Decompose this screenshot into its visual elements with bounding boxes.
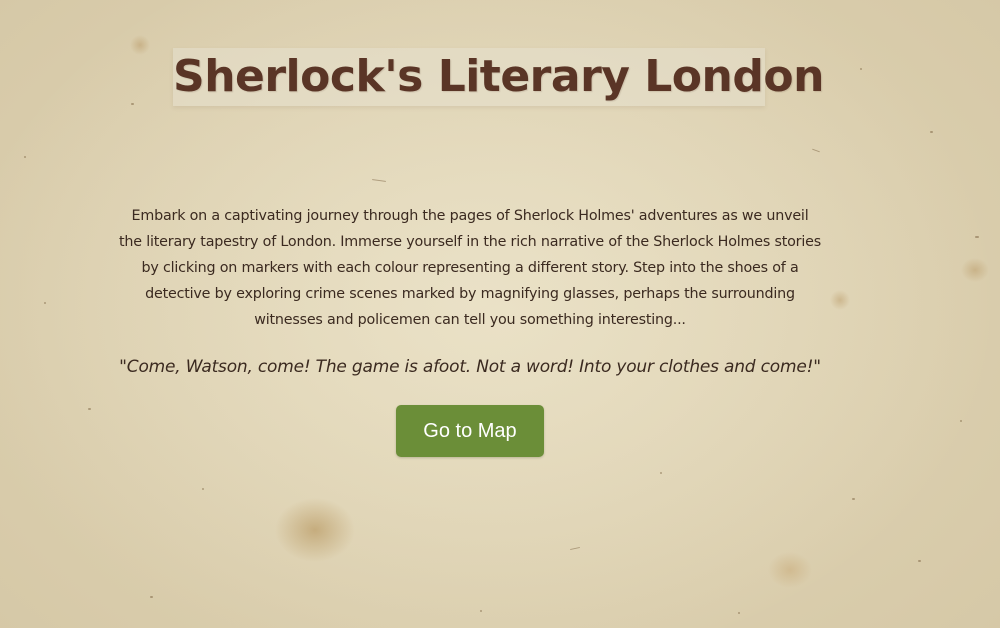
go-to-map-button[interactable]: Go to Map xyxy=(396,405,544,457)
landing-page: { "page": { "title": "Sherlock's Literar… xyxy=(0,0,1000,628)
title-banner: Sherlock's Literary London xyxy=(173,48,824,106)
page-title: Sherlock's Literary London xyxy=(173,51,824,102)
holmes-quote: "Come, Watson, come! The game is afoot. … xyxy=(119,357,821,377)
intro-paragraph: Embark on a captivating journey through … xyxy=(119,208,821,328)
